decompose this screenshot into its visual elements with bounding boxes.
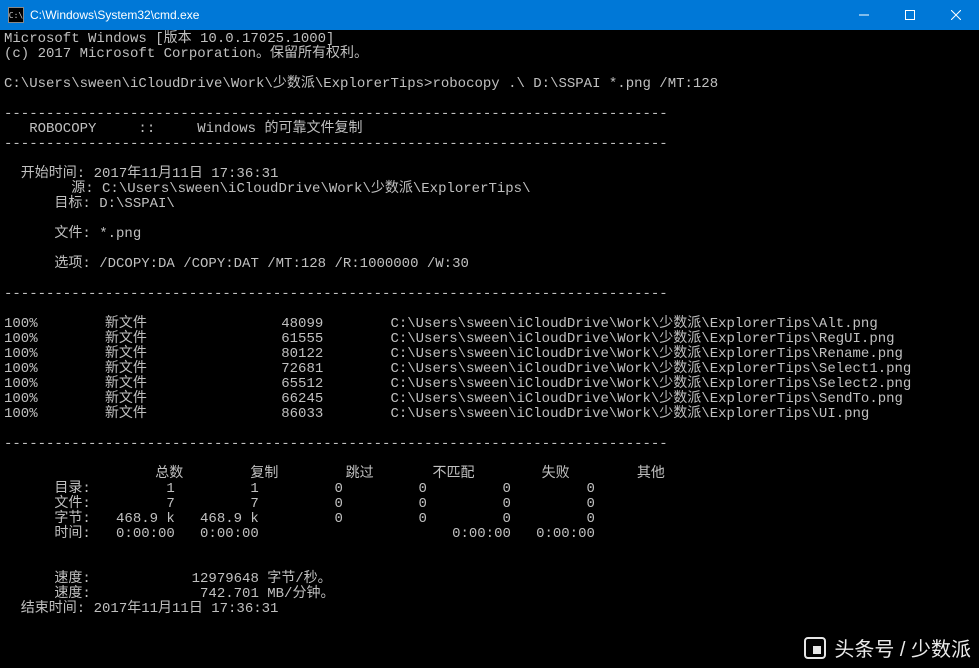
- maximize-button[interactable]: [887, 0, 933, 30]
- window-title: C:\Windows\System32\cmd.exe: [30, 8, 841, 22]
- window-controls: [841, 0, 979, 30]
- summary-time: 时间: 0:00:00 0:00:00 0:00:00 0:00:00: [4, 526, 595, 542]
- target-path: 目标: D:\SSPAI\: [4, 196, 175, 212]
- watermark-text: 头条号 / 少数派: [834, 633, 971, 662]
- files-pattern: 文件: *.png: [4, 226, 141, 242]
- speed-line-1: 速度: 12979648 字节/秒。: [4, 571, 332, 587]
- watermark: 头条号 / 少数派: [804, 633, 971, 662]
- options-line: 选项: /DCOPY:DA /COPY:DAT /MT:128 /R:10000…: [4, 256, 469, 272]
- start-time: 开始时间: 2017年11月11日 17:36:31: [4, 166, 278, 182]
- speed-line-2: 速度: 742.701 MB/分钟。: [4, 586, 334, 602]
- file-list: 100% 新文件 48099 C:\Users\sween\iCloudDriv…: [4, 316, 911, 422]
- ms-header-1: Microsoft Windows [版本 10.0.17025.1000]: [4, 31, 334, 47]
- divider: ----------------------------------------…: [4, 106, 668, 122]
- robocopy-title: ROBOCOPY :: Windows 的可靠文件复制: [4, 121, 362, 137]
- end-time: 结束时间: 2017年11月11日 17:36:31: [4, 601, 278, 617]
- minimize-button[interactable]: [841, 0, 887, 30]
- summary-dir: 目录: 1 1 0 0 0 0: [4, 481, 595, 497]
- cmd-window: C:\ C:\Windows\System32\cmd.exe Microsof…: [0, 0, 979, 668]
- divider: ----------------------------------------…: [4, 436, 668, 452]
- titlebar[interactable]: C:\ C:\Windows\System32\cmd.exe: [0, 0, 979, 30]
- divider: ----------------------------------------…: [4, 286, 668, 302]
- summary-bytes: 字节: 468.9 k 468.9 k 0 0 0 0: [4, 511, 595, 527]
- watermark-icon: [804, 637, 826, 659]
- summary-header: 总数 复制 跳过 不匹配 失败 其他: [4, 466, 665, 482]
- window-icon: C:\: [8, 7, 24, 23]
- prompt-line: C:\Users\sween\iCloudDrive\Work\少数派\Expl…: [4, 76, 718, 92]
- terminal-output[interactable]: Microsoft Windows [版本 10.0.17025.1000] (…: [0, 30, 979, 668]
- source-path: 源: C:\Users\sween\iCloudDrive\Work\少数派\E…: [4, 181, 530, 197]
- close-button[interactable]: [933, 0, 979, 30]
- divider: ----------------------------------------…: [4, 136, 668, 152]
- summary-file: 文件: 7 7 0 0 0 0: [4, 496, 595, 512]
- ms-header-2: (c) 2017 Microsoft Corporation。保留所有权利。: [4, 46, 368, 62]
